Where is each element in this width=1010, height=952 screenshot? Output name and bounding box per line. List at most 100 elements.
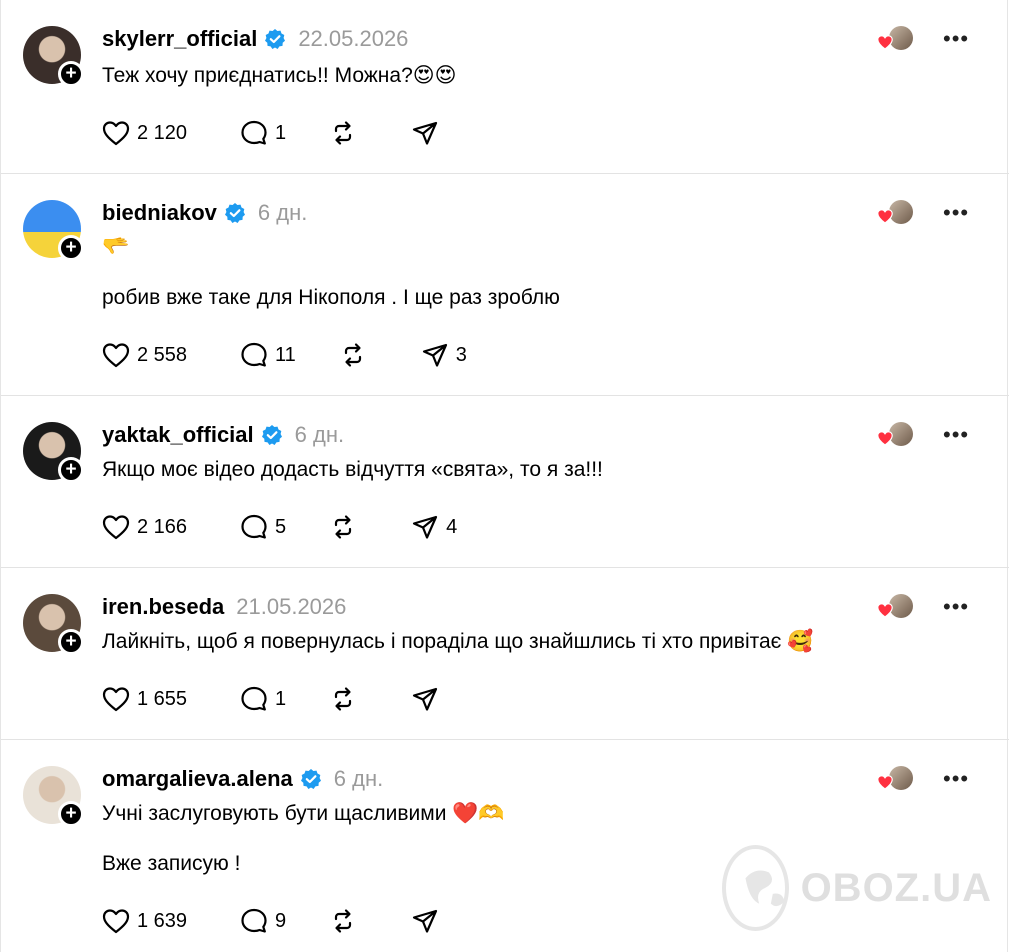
comment-text: Якщо моє відео додасть відчуття «свята»,…: [102, 458, 603, 481]
share-button[interactable]: 4: [410, 512, 457, 542]
share-button[interactable]: [410, 684, 454, 714]
verified-badge-icon: [300, 769, 321, 789]
comment-tools: •••: [877, 592, 969, 622]
heart-filled-icon: [877, 775, 893, 790]
repost-button[interactable]: [328, 906, 372, 936]
heart-filled-icon: [877, 209, 893, 224]
comment-text: Лайкніть, щоб я повернулась і пораділа щ…: [102, 630, 814, 653]
more-icon[interactable]: •••: [943, 766, 969, 792]
share-count: 3: [455, 343, 467, 366]
reply-count: 1: [275, 121, 287, 144]
reply-button[interactable]: 1: [239, 684, 286, 714]
comment-text: робив вже таке для Нікополя . І ще раз з…: [102, 286, 560, 309]
watermark-globe-icon: [722, 845, 789, 931]
heart-icon: [102, 515, 130, 540]
comment-header: omargalieva.alena 6 дн.: [102, 764, 383, 794]
reply-count: 11: [275, 343, 296, 366]
liked-by-author: [877, 592, 913, 622]
like-count: 2 120: [137, 121, 188, 144]
timestamp: 6 дн.: [257, 200, 308, 225]
reply-button[interactable]: 9: [239, 906, 286, 936]
verified-badge-icon: [224, 203, 245, 223]
comment-text: 🫳: [102, 233, 130, 258]
comment-actions: 1 639 9: [101, 906, 492, 936]
like-button[interactable]: 2 558: [101, 340, 209, 370]
username[interactable]: skylerr_official: [102, 26, 257, 52]
liked-by-author: [877, 24, 913, 54]
share-icon: [413, 687, 438, 711]
heart-filled-icon: [877, 603, 893, 618]
more-icon[interactable]: •••: [943, 26, 969, 52]
share-icon: [413, 121, 438, 145]
repost-button[interactable]: [338, 340, 382, 370]
comment-tools: •••: [877, 24, 969, 54]
comments-feed: + skylerr_official 22.05.2026 ••• Теж хочу п…: [0, 0, 1009, 952]
follow-button[interactable]: +: [58, 801, 84, 827]
username[interactable]: biedniakov: [102, 200, 217, 226]
verified-badge-icon: [261, 425, 282, 445]
reply-button[interactable]: 11: [239, 340, 296, 370]
repost-icon: [335, 687, 352, 711]
follow-button[interactable]: +: [58, 457, 84, 483]
like-count: 2 558: [137, 343, 188, 366]
username[interactable]: omargalieva.alena: [102, 766, 293, 792]
like-count: 1 655: [137, 687, 188, 710]
timestamp: 21.05.2026: [236, 594, 347, 619]
watermark: OBOZ.UA: [722, 845, 992, 931]
follow-button[interactable]: +: [58, 235, 84, 261]
username[interactable]: iren.beseda: [102, 594, 224, 620]
heart-filled-icon: [877, 35, 893, 50]
repost-icon: [344, 343, 361, 367]
comment-item: + iren.beseda 21.05.2026 ••• Лайкніть, щоб я…: [1, 568, 1009, 740]
liked-by-author: [877, 420, 913, 450]
share-button[interactable]: [410, 906, 454, 936]
timestamp: 22.05.2026: [298, 26, 409, 51]
heart-icon: [102, 687, 130, 712]
share-count: 4: [446, 515, 458, 538]
comment-header: skylerr_official 22.05.2026: [102, 24, 408, 54]
comment-item: + skylerr_official 22.05.2026 ••• Теж хочу п…: [1, 0, 1009, 174]
share-icon: [413, 909, 438, 933]
timestamp: 6 дн.: [333, 766, 384, 791]
follow-button[interactable]: +: [58, 629, 84, 655]
more-icon[interactable]: •••: [943, 200, 969, 226]
comment-item: + yaktak_official 6 дн. ••• Якщо моє відео д…: [1, 396, 1009, 568]
comment-header: biedniakov 6 дн.: [102, 198, 307, 228]
more-icon[interactable]: •••: [943, 422, 969, 448]
comment-text: Вже записую !: [102, 852, 241, 875]
repost-icon: [335, 515, 352, 539]
like-count: 1 639: [137, 909, 188, 932]
comment-icon: [241, 514, 267, 539]
more-icon[interactable]: •••: [943, 594, 969, 620]
comment-text: Учні заслуговують бути щасливими ❤️🫶: [102, 802, 505, 825]
share-button[interactable]: 3: [420, 340, 467, 370]
comment-icon: [241, 686, 267, 711]
reply-button[interactable]: 5: [239, 512, 286, 542]
repost-button[interactable]: [328, 118, 372, 148]
reply-count: 5: [275, 515, 287, 538]
like-button[interactable]: 2 166: [101, 512, 209, 542]
comment-item: + biedniakov 6 дн. ••• 🫳 робив вже таке для Н…: [1, 174, 1009, 396]
like-button[interactable]: 1 639: [101, 906, 209, 936]
like-button[interactable]: 1 655: [101, 684, 209, 714]
comment-text: Теж хочу приєднатись!! Можна?😍😍: [102, 64, 457, 87]
watermark-text: OBOZ.UA: [800, 865, 992, 910]
repost-icon: [335, 909, 352, 933]
repost-icon: [335, 121, 352, 145]
comment-actions: 2 120 1: [101, 118, 492, 148]
username[interactable]: yaktak_official: [102, 422, 254, 448]
comment-actions: 1 655 1: [101, 684, 492, 714]
heart-filled-icon: [877, 431, 893, 446]
reply-count: 9: [275, 909, 287, 932]
comment-header: yaktak_official 6 дн.: [102, 420, 344, 450]
reply-count: 1: [275, 687, 287, 710]
reply-button[interactable]: 1: [239, 118, 286, 148]
like-button[interactable]: 2 120: [101, 118, 209, 148]
follow-button[interactable]: +: [58, 61, 84, 87]
repost-button[interactable]: [328, 684, 372, 714]
liked-by-author: [877, 764, 913, 794]
share-button[interactable]: [410, 118, 454, 148]
comment-icon: [241, 342, 267, 367]
comment-header: iren.beseda 21.05.2026: [102, 592, 346, 622]
repost-button[interactable]: [328, 512, 372, 542]
